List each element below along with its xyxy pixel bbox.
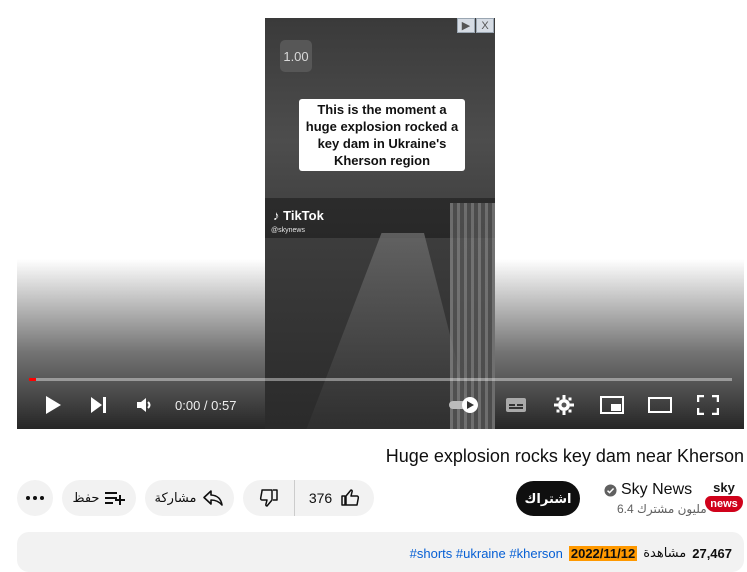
volume-button[interactable] [131,390,159,420]
tiktok-handle: @skynews [271,227,305,234]
captions-icon [506,398,526,412]
gear-icon [554,395,574,415]
ad-close-group[interactable]: ▶ X [457,18,494,33]
more-actions-button[interactable] [17,480,53,516]
share-button[interactable]: مشاركة [145,480,234,516]
autoplay-icon [449,397,478,413]
video-caption: This is the moment a huge explosion rock… [299,99,465,171]
miniplayer-icon [600,396,624,414]
channel-name-link[interactable]: Sky News [604,481,692,499]
views-label: مشاهدة [643,545,687,560]
description-box[interactable]: #shorts #ukraine #kherson 2022/11/12 مشا… [17,532,744,572]
subscriber-count: 6.4 مليون مشترك [617,502,707,516]
tiktok-watermark: ♪ TikTok [273,208,324,223]
upload-date: 2022/11/12 [568,545,638,561]
current-time: 0:00 [175,398,201,413]
save-label: حفظ [72,490,100,505]
subscribe-button[interactable]: اشتراك [516,481,580,516]
speed-badge: 1.00 [280,40,312,72]
time-separator: / [200,398,212,413]
player-controls: 0:00 / 0:57 [17,390,744,420]
next-icon [91,397,106,413]
share-icon [203,490,224,506]
logo-sky-text: sky [713,480,735,495]
like-dislike-group: 376 [243,480,374,516]
next-button[interactable] [85,390,113,420]
channel-avatar[interactable]: sky news [704,481,744,517]
share-label: مشاركة [154,490,197,505]
thumbs-up-icon [341,489,360,506]
hashtags[interactable]: #shorts #ukraine #kherson [410,546,563,561]
verified-icon [604,483,617,497]
view-count: 27,467 [692,545,732,561]
autoplay-toggle[interactable] [447,390,483,420]
video-player[interactable]: ▶ X 1.00 This is the moment a huge explo… [17,18,744,429]
ad-info-icon[interactable]: ▶ [457,18,475,33]
tiktok-icon: ♪ [273,208,280,223]
logo-news-text: news [705,496,743,512]
playlist-add-icon [105,492,126,505]
like-count: 376 [308,490,333,506]
video-frame[interactable]: ▶ X 1.00 This is the moment a huge explo… [265,18,495,429]
settings-button[interactable] [549,390,579,420]
channel-name: Sky News [621,481,693,498]
duration: 0:57 [211,398,237,413]
fullscreen-icon [697,395,719,415]
thumbs-down-icon [259,489,278,507]
captions-button[interactable] [501,390,531,420]
action-row: حفظ مشاركة 376 اشتراك Sky News 6.4 مليون… [17,480,744,518]
description-meta: #shorts #ukraine #kherson 2022/11/12 مشا… [410,545,732,561]
miniplayer-button[interactable] [597,390,627,420]
fullscreen-button[interactable] [693,390,723,420]
theater-button[interactable] [645,390,675,420]
time-display: 0:00 / 0:57 [175,398,236,413]
more-icon [26,496,44,500]
video-title: Huge explosion rocks key dam near Kherso… [385,446,744,466]
save-button[interactable]: حفظ [62,480,136,516]
dislike-button[interactable] [243,480,295,516]
ad-close-icon[interactable]: X [476,18,494,33]
progress-bar[interactable] [29,378,732,381]
play-button[interactable] [39,390,67,420]
progress-played [29,378,37,381]
tiktok-label: TikTok [283,208,324,223]
play-icon [46,396,61,414]
volume-icon [137,398,151,412]
theater-icon [648,397,672,413]
like-button[interactable]: 376 [295,480,374,516]
